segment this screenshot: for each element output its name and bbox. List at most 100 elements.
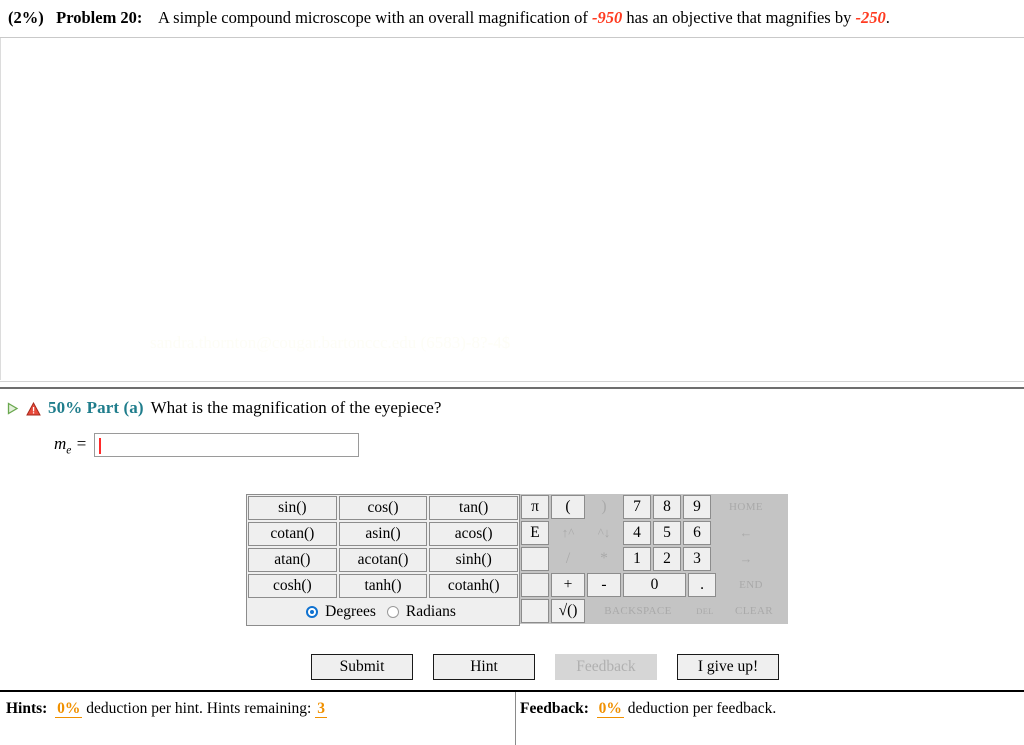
function-key-row: sin() cos() tan() xyxy=(247,495,519,521)
hints-remaining-value: 3 xyxy=(315,700,327,718)
overall-magnification-value: -950 xyxy=(591,8,623,27)
radio-label-degrees[interactable]: Degrees xyxy=(325,603,376,621)
text-caret xyxy=(99,438,102,454)
warning-triangle-icon xyxy=(26,401,41,416)
keypad-key-square-root[interactable]: √() xyxy=(551,599,585,623)
hint-button[interactable]: Hint xyxy=(433,654,535,680)
problem-work-area: sandra.thornton@cougar.bartonccc.edu (65… xyxy=(0,38,1024,380)
keypad-row: π() 7 8 9 HOME xyxy=(520,494,788,520)
answer-variable-label: me = xyxy=(54,434,87,456)
keypad-row: E ↑^ ^↓ 4 5 6 ← xyxy=(520,520,788,546)
keypad-key-exponent-e[interactable]: E xyxy=(521,521,549,545)
keypad-key-divide: / xyxy=(551,547,585,571)
variable-name: m xyxy=(54,433,67,453)
problem-statement: (2%) Problem 20: A simple compound micro… xyxy=(8,8,890,28)
function-key-row: cotan() asin() acos() xyxy=(247,521,519,547)
keypad-key-multiply: * xyxy=(587,547,621,571)
problem-weight: (2%) xyxy=(8,8,44,27)
angle-mode-row: Degrees Radians xyxy=(247,599,519,625)
play-triangle-icon[interactable] xyxy=(6,401,19,415)
feedback-button: Feedback xyxy=(555,654,657,680)
keypad-key-1[interactable]: 1 xyxy=(623,547,651,571)
variable-subscript: e xyxy=(66,444,72,457)
i-give-up-button[interactable]: I give up! xyxy=(677,654,779,680)
feedback-label: Feedback: xyxy=(520,700,589,717)
keypad-key-plus[interactable]: + xyxy=(551,573,585,597)
keypad-key-0[interactable]: 0 xyxy=(623,573,686,597)
answer-row: me = xyxy=(54,433,360,457)
footer-vertical-divider xyxy=(515,692,516,745)
keypad-key-arrow-right: → xyxy=(713,547,779,571)
function-key-tanh[interactable]: tanh() xyxy=(338,574,428,598)
problem-number: Problem 20: xyxy=(56,8,143,27)
radio-radians[interactable] xyxy=(386,606,399,618)
objective-magnification-value: -250 xyxy=(855,8,886,27)
function-key-cos[interactable]: cos() xyxy=(338,496,428,520)
footer-bar: Hints: 0% deduction per hint. Hints rema… xyxy=(0,692,1024,745)
keypad-key-pi[interactable]: π xyxy=(521,495,549,519)
keypad-key-minus[interactable]: - xyxy=(587,573,621,597)
watermark-text: sandra.thornton@cougar.bartonccc.edu (65… xyxy=(150,333,511,352)
answer-input[interactable] xyxy=(94,433,360,457)
keypad-key-6[interactable]: 6 xyxy=(683,521,711,545)
part-a-question: What is the magnification of the eyepiec… xyxy=(150,398,442,417)
keypad-key-subscript: ^↓ xyxy=(587,521,621,545)
equals-sign: = xyxy=(75,433,88,453)
action-button-row: Submit Hint Feedback I give up! xyxy=(311,654,779,680)
function-key-row: cosh() tanh() cotanh() xyxy=(247,573,519,599)
radio-label-radians[interactable]: Radians xyxy=(406,603,456,621)
keypad-key-clear: CLEAR xyxy=(721,599,787,623)
function-key-row: atan() acotan() sinh() xyxy=(247,547,519,573)
hints-mid-text: deduction per hint. Hints remaining: xyxy=(82,700,316,717)
feedback-mid-text: deduction per feedback. xyxy=(623,700,777,717)
keypad-key-decimal-point[interactable]: . xyxy=(688,573,716,597)
keypad-key-3[interactable]: 3 xyxy=(683,547,711,571)
hints-status: Hints: 0% deduction per hint. Hints rema… xyxy=(6,700,327,718)
function-key-cotanh[interactable]: cotanh() xyxy=(429,574,519,598)
part-a-header: 50% Part (a) What is the magnification o… xyxy=(6,398,441,418)
problem-text-part3: . xyxy=(885,8,890,27)
keypad-key-arrow-left: ← xyxy=(713,521,779,545)
keypad-key-end: END xyxy=(718,573,784,597)
problem-text-part2: has an objective that magnifies by xyxy=(622,8,856,27)
keypad-key-superscript: ↑^ xyxy=(551,521,585,545)
keypad-key-home: HOME xyxy=(713,495,779,519)
keypad-key-close-paren: ) xyxy=(587,495,621,519)
keypad-key-del: DEL xyxy=(691,599,719,623)
left-edge-rule xyxy=(0,38,1,380)
calculator-keypad-panel: π() 7 8 9 HOME E ↑^ ^↓ 4 5 6 ← / * 1 2 3 → + -0. END √() BACKS… xyxy=(520,494,788,624)
problem-text-part1: A simple compound microscope with an ove… xyxy=(158,8,592,27)
part-a-label: 50% Part (a) xyxy=(48,398,144,417)
keypad-key-7[interactable]: 7 xyxy=(623,495,651,519)
keypad-key-blank xyxy=(521,547,549,571)
submit-button[interactable]: Submit xyxy=(311,654,413,680)
section-divider-thick xyxy=(0,387,1024,389)
function-key-asin[interactable]: asin() xyxy=(338,522,428,546)
keypad-row: √() BACKSPACE DEL CLEAR xyxy=(520,598,788,624)
function-key-sin[interactable]: sin() xyxy=(248,496,337,520)
hints-deduction-value: 0% xyxy=(55,700,83,718)
feedback-status: Feedback: 0% deduction per feedback. xyxy=(520,700,776,718)
keypad-key-backspace: BACKSPACE xyxy=(587,599,689,623)
function-key-acotan[interactable]: acotan() xyxy=(338,548,428,572)
function-key-sinh[interactable]: sinh() xyxy=(429,548,519,572)
feedback-deduction-value: 0% xyxy=(596,700,624,718)
radio-degrees[interactable] xyxy=(306,606,319,618)
keypad-key-blank xyxy=(521,599,549,623)
function-key-tan[interactable]: tan() xyxy=(429,496,519,520)
keypad-row: + -0. END xyxy=(520,572,788,598)
problem-statement-bar: (2%) Problem 20: A simple compound micro… xyxy=(0,0,1024,38)
keypad-key-9[interactable]: 9 xyxy=(683,495,711,519)
keypad-key-2[interactable]: 2 xyxy=(653,547,681,571)
keypad-key-open-paren[interactable]: ( xyxy=(551,495,585,519)
keypad-key-4[interactable]: 4 xyxy=(623,521,651,545)
calculator-palette: sin() cos() tan() cotan() asin() acos() atan()… xyxy=(246,494,788,626)
function-key-cotan[interactable]: cotan() xyxy=(248,522,337,546)
section-divider-thin xyxy=(0,381,1024,382)
function-key-cosh[interactable]: cosh() xyxy=(248,574,337,598)
keypad-key-8[interactable]: 8 xyxy=(653,495,681,519)
function-key-atan[interactable]: atan() xyxy=(248,548,337,572)
keypad-key-5[interactable]: 5 xyxy=(653,521,681,545)
function-key-acos[interactable]: acos() xyxy=(429,522,519,546)
calculator-functions-panel: sin() cos() tan() cotan() asin() acos() atan()… xyxy=(246,494,520,626)
